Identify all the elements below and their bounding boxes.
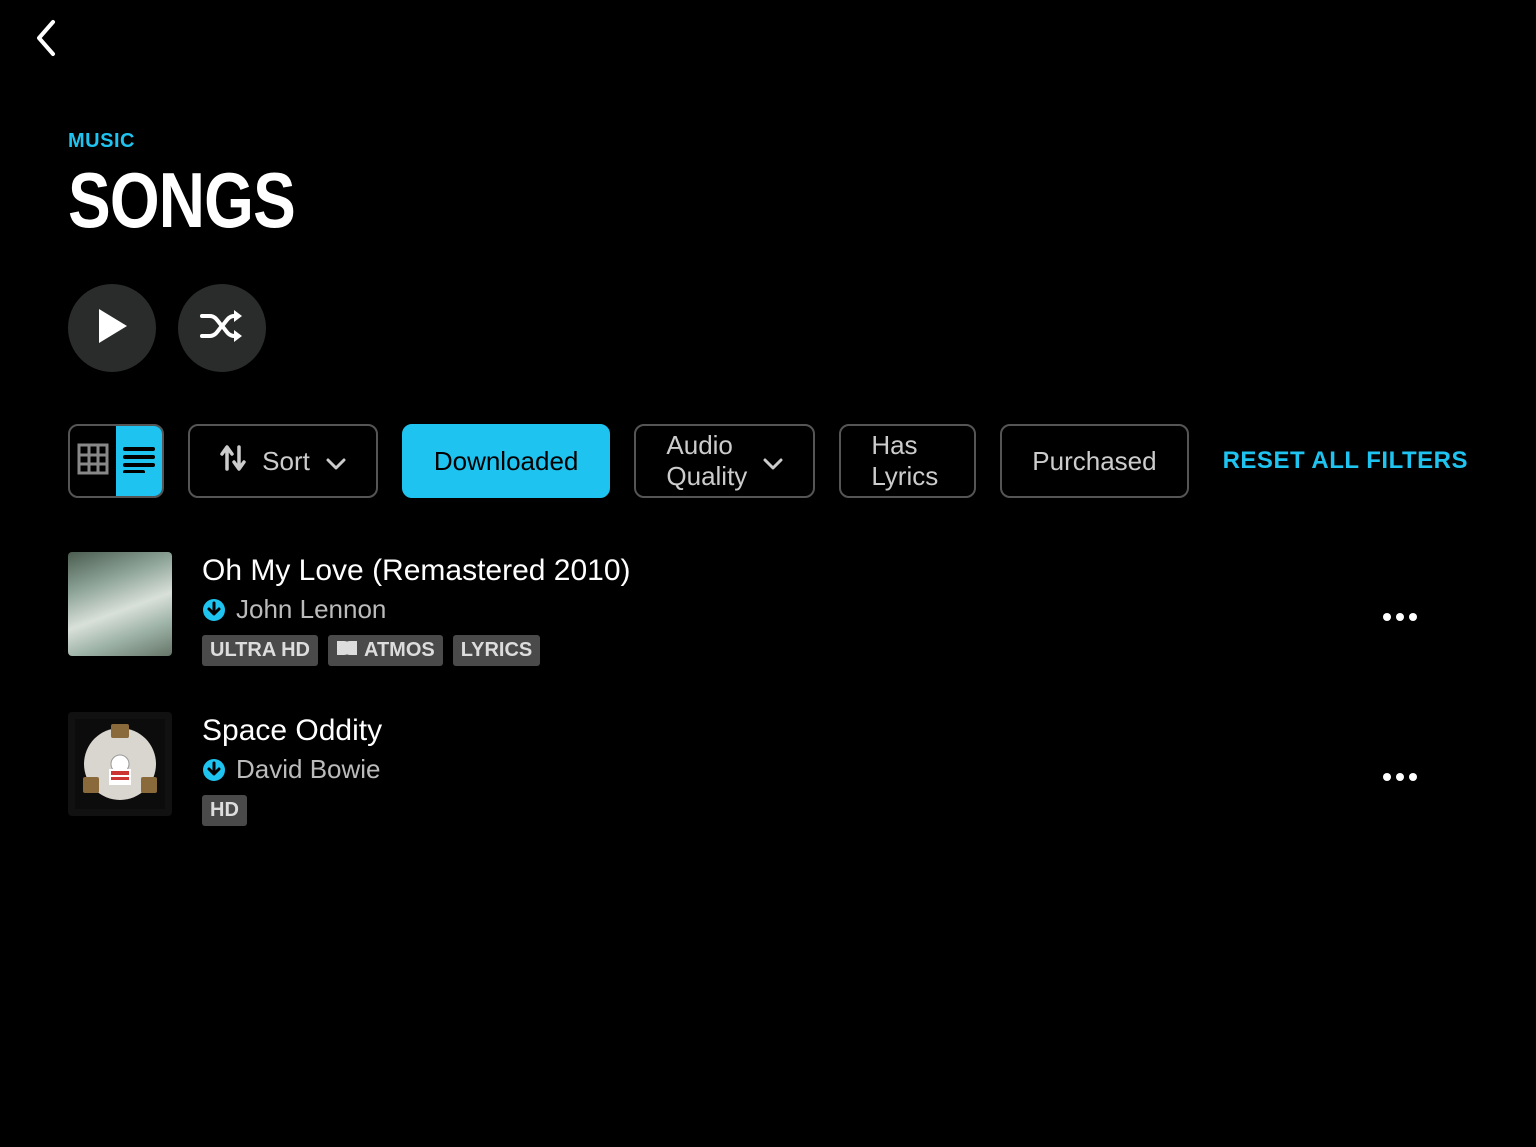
list-icon bbox=[123, 445, 155, 478]
primary-actions bbox=[68, 284, 1468, 372]
filter-has-lyrics[interactable]: Has Lyrics bbox=[839, 424, 976, 498]
filter-toolbar: Sort Downloaded Audio Quality Has Lyrics… bbox=[68, 424, 1468, 498]
album-cover[interactable] bbox=[68, 712, 172, 816]
badge-atmos: ATMOS bbox=[328, 635, 443, 666]
filter-has-lyrics-label: Has Lyrics bbox=[871, 430, 944, 492]
play-all-button[interactable] bbox=[68, 284, 156, 372]
chevron-down-icon bbox=[326, 446, 346, 477]
view-toggle bbox=[68, 424, 164, 498]
song-meta: Oh My Love (Remastered 2010) John Lennon… bbox=[202, 552, 1342, 666]
sort-icon bbox=[220, 443, 246, 480]
song-list: Oh My Love (Remastered 2010) John Lennon… bbox=[68, 552, 1468, 826]
filter-audio-quality-label: Audio Quality bbox=[666, 430, 747, 492]
song-artist: David Bowie bbox=[236, 754, 381, 785]
artist-line: David Bowie bbox=[202, 754, 1342, 785]
badge-lyrics: LYRICS bbox=[453, 635, 541, 666]
back-button[interactable] bbox=[26, 20, 66, 60]
downloaded-icon bbox=[202, 598, 226, 622]
breadcrumb[interactable]: MUSIC bbox=[68, 130, 1468, 153]
sort-label: Sort bbox=[262, 446, 310, 477]
badge-row: ULTRA HD ATMOS LYRICS bbox=[202, 635, 1342, 666]
album-cover[interactable] bbox=[68, 552, 172, 656]
filter-purchased-label: Purchased bbox=[1032, 446, 1156, 477]
song-title: Space Oddity bbox=[202, 714, 1342, 748]
filter-audio-quality[interactable]: Audio Quality bbox=[634, 424, 815, 498]
shuffle-icon bbox=[200, 308, 244, 349]
grid-icon bbox=[77, 443, 109, 480]
shuffle-button[interactable] bbox=[178, 284, 266, 372]
view-grid-button[interactable] bbox=[70, 426, 116, 496]
sort-dropdown[interactable]: Sort bbox=[188, 424, 378, 498]
downloaded-icon bbox=[202, 758, 226, 782]
song-row[interactable]: Space Oddity David Bowie HD bbox=[68, 712, 1468, 826]
more-icon bbox=[1382, 609, 1418, 627]
reset-filters-link[interactable]: RESET ALL FILTERS bbox=[1223, 447, 1468, 475]
more-options-button[interactable] bbox=[1372, 769, 1428, 787]
page-title: SONGS bbox=[68, 155, 1216, 246]
song-meta: Space Oddity David Bowie HD bbox=[202, 712, 1342, 826]
artist-line: John Lennon bbox=[202, 594, 1342, 625]
view-list-button[interactable] bbox=[116, 426, 162, 496]
badge-ultra-hd: ULTRA HD bbox=[202, 635, 318, 666]
dolby-icon bbox=[336, 639, 358, 662]
badge-hd: HD bbox=[202, 795, 247, 826]
song-row[interactable]: Oh My Love (Remastered 2010) John Lennon… bbox=[68, 552, 1468, 666]
song-artist: John Lennon bbox=[236, 594, 386, 625]
badge-row: HD bbox=[202, 795, 1342, 826]
chevron-left-icon bbox=[33, 18, 59, 63]
filter-purchased[interactable]: Purchased bbox=[1000, 424, 1188, 498]
filter-downloaded-label: Downloaded bbox=[434, 446, 579, 477]
filter-downloaded[interactable]: Downloaded bbox=[402, 424, 611, 498]
song-title: Oh My Love (Remastered 2010) bbox=[202, 554, 1342, 588]
more-icon bbox=[1382, 769, 1418, 787]
chevron-down-icon bbox=[763, 446, 783, 477]
play-icon bbox=[95, 307, 129, 350]
more-options-button[interactable] bbox=[1372, 609, 1428, 627]
